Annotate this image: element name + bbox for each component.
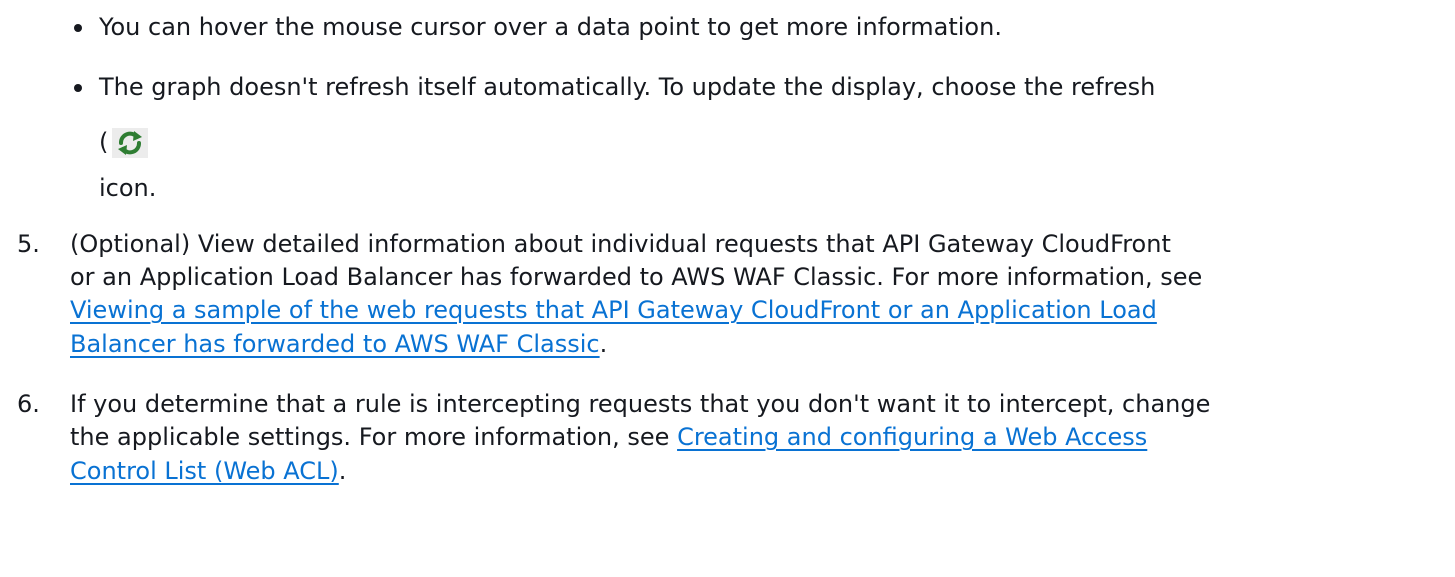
viewing-sample-requests-link[interactable]: Viewing a sample of the web requests tha… [70,296,1157,324]
step-link-line: Viewing a sample of the web requests tha… [70,294,1157,326]
step-link-line: Control List (Web ACL). [70,455,346,487]
punctuation: . [338,457,347,485]
bullet-marker [74,84,82,92]
document-body: You can hover the mouse cursor over a da… [0,0,1455,577]
step-text: If you determine that a rule is intercep… [70,390,1211,418]
step-number: 6. [17,390,40,418]
viewing-sample-requests-link-cont[interactable]: Balancer has forwarded to AWS WAF Classi… [70,330,600,358]
bullet-marker [74,24,82,32]
refresh-icon [112,128,148,158]
step-text: or an Application Load Balancer has forw… [70,263,1203,291]
punctuation: . [599,330,608,358]
step-text-segment: the applicable settings. For more inform… [70,423,678,451]
step-link-line: Balancer has forwarded to AWS WAF Classi… [70,328,607,360]
creating-web-acl-link[interactable]: Creating and configuring a Web Access [677,423,1147,451]
bullet-text: icon. [99,174,157,202]
step-number: 5. [17,230,40,258]
bullet-text: ( [99,128,109,156]
step-text: the applicable settings. For more inform… [70,421,1147,453]
creating-web-acl-link-cont[interactable]: Control List (Web ACL) [70,457,339,485]
bullet-text: You can hover the mouse cursor over a da… [99,13,1002,41]
step-text: (Optional) View detailed information abo… [70,230,1171,258]
bullet-text: The graph doesn't refresh itself automat… [99,73,1156,101]
